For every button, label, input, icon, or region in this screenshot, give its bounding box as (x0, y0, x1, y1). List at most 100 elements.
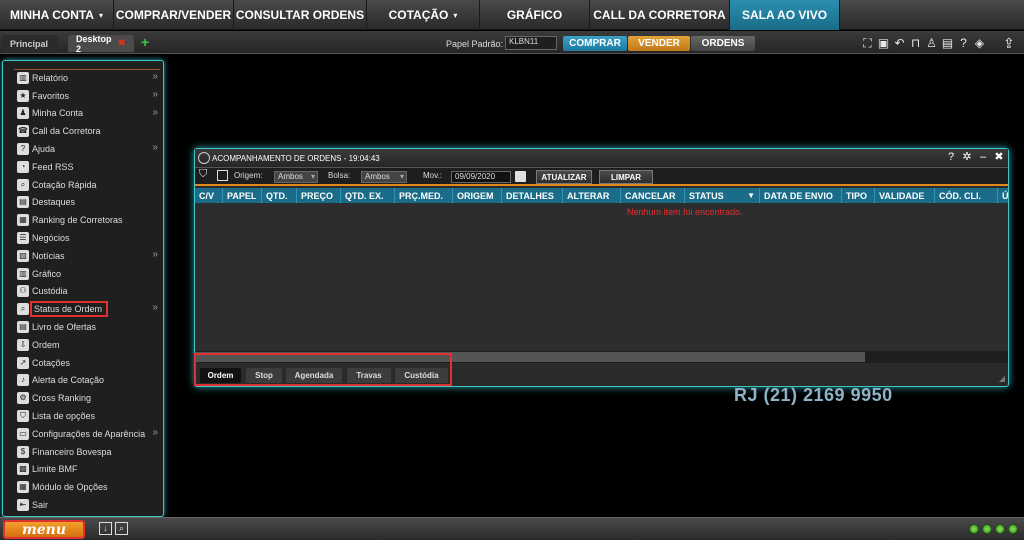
checkbox[interactable] (217, 170, 228, 181)
column-header-label: VALIDADE (879, 190, 925, 201)
sidebar-item-label: Negócios (32, 233, 70, 244)
sidebar-item-cotacao-rapida[interactable]: ⌕ Cotação Rápida (14, 176, 162, 194)
download-icon[interactable]: ↓ (99, 522, 112, 535)
sidebar-item-destaques[interactable]: ▤ Destaques (14, 194, 162, 212)
column-header-label: ORIGEM (457, 190, 494, 201)
sidebar-item-label: Cotação Rápida (32, 179, 97, 190)
limpar-button[interactable]: LIMPAR (599, 170, 653, 184)
sidebar-item-noticias[interactable]: ▨ Notícias » (14, 247, 162, 265)
column-header[interactable]: ALTERAR (563, 188, 621, 203)
resize-handle-icon[interactable]: ◢ (999, 374, 1005, 383)
menu-minha-conta[interactable]: MINHA CONTA ▾ (0, 0, 114, 30)
origem-select[interactable]: Ambos (274, 171, 318, 183)
column-header[interactable]: ORIGEM (453, 188, 502, 203)
tab-stop[interactable]: Stop (246, 368, 282, 383)
column-header[interactable]: CÓD. CLI. (935, 188, 998, 203)
menu-call-da-corretora[interactable]: CALL DA CORRETORA (590, 0, 730, 30)
column-header-label: PAPEL (227, 190, 257, 201)
close-icon[interactable]: ✖ (118, 38, 126, 49)
column-header-label: C/V (199, 190, 215, 201)
atualizar-button[interactable]: ATUALIZAR (536, 170, 592, 184)
tab-custodia[interactable]: Custódia (395, 368, 448, 383)
ordens-button[interactable]: ORDENS (691, 36, 755, 51)
sidebar-item-status-de-ordem[interactable]: ⌕ Status de Ordem » (14, 300, 162, 318)
column-header-label: QTD. (266, 190, 288, 201)
column-header[interactable]: VALIDADE (875, 188, 935, 203)
sidebar-item-cotacoes[interactable]: ↗ Cotações (14, 354, 162, 372)
upload-icon[interactable]: ⇪ (1003, 35, 1015, 52)
user-icon[interactable]: ♙ (924, 36, 939, 50)
menu-comprar-vender[interactable]: COMPRAR/VENDER (114, 0, 234, 30)
column-header[interactable]: DATA DE ENVIO (760, 188, 842, 203)
sidebar-item-grafico[interactable]: ▥ Gráfico (14, 265, 162, 283)
sidebar-item-modulo-de-opcoes[interactable]: ▦ Módulo de Opções (14, 478, 162, 496)
sidebar-item-feed-rss[interactable]: ◔ Feed RSS (14, 158, 162, 176)
sort-down-icon[interactable]: ▼ (747, 191, 755, 200)
minimize-icon[interactable]: – (977, 151, 989, 163)
mov-date-input[interactable]: 09/09/2020 (451, 171, 511, 183)
search-document-icon[interactable]: ⌕ (115, 522, 128, 535)
lock-icon[interactable]: ⊓ (908, 36, 923, 50)
sidebar-item-call-da-corretora[interactable]: ☎ Call da Corretora (14, 122, 162, 140)
filter-icon[interactable]: ⛉ (199, 168, 207, 181)
column-header[interactable]: PREÇO (297, 188, 341, 203)
menu-grafico[interactable]: GRÁFICO (480, 0, 590, 30)
gear-icon[interactable]: ✲ (961, 151, 973, 163)
undo-icon[interactable]: ↶ (892, 36, 907, 50)
calendar-icon[interactable] (515, 171, 526, 182)
column-header[interactable]: PRÇ.MED. (395, 188, 453, 203)
phone-number: RJ (21) 2169 9950 (734, 385, 893, 405)
sidebar-item-ranking-de-corretoras[interactable]: ▦ Ranking de Corretoras (14, 211, 162, 229)
sidebar-item-configuracoes-de-aparencia[interactable]: ▭ Configurações de Aparência » (14, 425, 162, 443)
sidebar-item-financeiro-bovespa[interactable]: $ Financeiro Bovespa (14, 443, 162, 461)
tab-travas[interactable]: Travas (347, 368, 391, 383)
save-icon[interactable]: ▣ (876, 36, 891, 50)
sidebar-item-lista-de-opcoes[interactable]: ⛉ Lista de opções (14, 407, 162, 425)
column-header[interactable]: CANCELAR (621, 188, 685, 203)
bolsa-select[interactable]: Ambos (361, 171, 407, 183)
papel-padrao-input[interactable]: KLBN11 (505, 36, 557, 50)
sidebar-item-label: Call da Corretora (32, 126, 101, 137)
sidebar-item-label: Ajuda (32, 144, 56, 155)
document-icon[interactable]: ▤ (940, 36, 955, 50)
sidebar-item-relatorio[interactable]: ▥ Relatório » (14, 69, 162, 87)
sidebar-item-cross-ranking[interactable]: ⚙ Cross Ranking (14, 389, 162, 407)
menu-cotacao[interactable]: COTAÇÃO ▾ (367, 0, 480, 30)
comprar-button[interactable]: COMPRAR (563, 36, 627, 51)
column-header[interactable]: Ú (998, 188, 1008, 203)
help-icon[interactable]: ? (956, 36, 971, 50)
sidebar-item-ordem[interactable]: ⇩ Ordem (14, 336, 162, 354)
tab-principal[interactable]: Principal (2, 35, 58, 52)
sidebar-item-livro-de-ofertas[interactable]: ▤ Livro de Ofertas (14, 318, 162, 336)
column-header[interactable]: PAPEL (223, 188, 262, 203)
chevron-right-icon: » (152, 302, 158, 314)
sidebar-item-favoritos[interactable]: ★ Favoritos » (14, 87, 162, 105)
tab-desktop-2[interactable]: Desktop 2 ✖ (68, 34, 134, 54)
menu-button[interactable]: menu (3, 520, 85, 539)
theme-icon[interactable]: ◈ (972, 36, 987, 50)
tab-ordem[interactable]: Ordem (200, 368, 241, 383)
sidebar-item-ajuda[interactable]: ? Ajuda » (14, 140, 162, 158)
column-header[interactable]: STATUS ▼ (685, 188, 760, 203)
menu-consultar-ordens[interactable]: CONSULTAR ORDENS (234, 0, 367, 30)
tab-agendada[interactable]: Agendada (286, 368, 342, 383)
column-header[interactable]: QTD. (262, 188, 297, 203)
vender-button[interactable]: VENDER (628, 36, 690, 51)
column-header[interactable]: QTD. EX. (341, 188, 395, 203)
expand-icon[interactable]: ⛶ (860, 36, 875, 50)
sidebar-item-sair[interactable]: ⇤ Sair (14, 496, 162, 514)
sidebar-item-custodia[interactable]: ⚇ Custódia (14, 283, 162, 301)
add-tab-icon[interactable]: + (141, 34, 149, 50)
close-icon[interactable]: ✖ (993, 151, 1005, 163)
sidebar-item-minha-conta[interactable]: ♟ Minha Conta » (14, 105, 162, 123)
sidebar-item-limite-bmf[interactable]: ▩ Limite BMF (14, 461, 162, 479)
sidebar-item-alerta-de-cotacao[interactable]: ♪ Alerta de Cotação (14, 372, 162, 390)
column-header[interactable]: C/V (195, 188, 223, 203)
sidebar-item-negocios[interactable]: ☰ Negócios (14, 229, 162, 247)
column-header[interactable]: TIPO (842, 188, 875, 203)
bolsa-label: Bolsa: (328, 171, 351, 180)
column-header[interactable]: DETALHES (502, 188, 563, 203)
window-title-bar[interactable]: ACOMPANHAMENTO DE ORDENS - 19:04:43 ? ✲ … (195, 149, 1008, 167)
menu-sala-ao-vivo[interactable]: SALA AO VIVO (730, 0, 840, 30)
help-icon[interactable]: ? (945, 151, 957, 163)
